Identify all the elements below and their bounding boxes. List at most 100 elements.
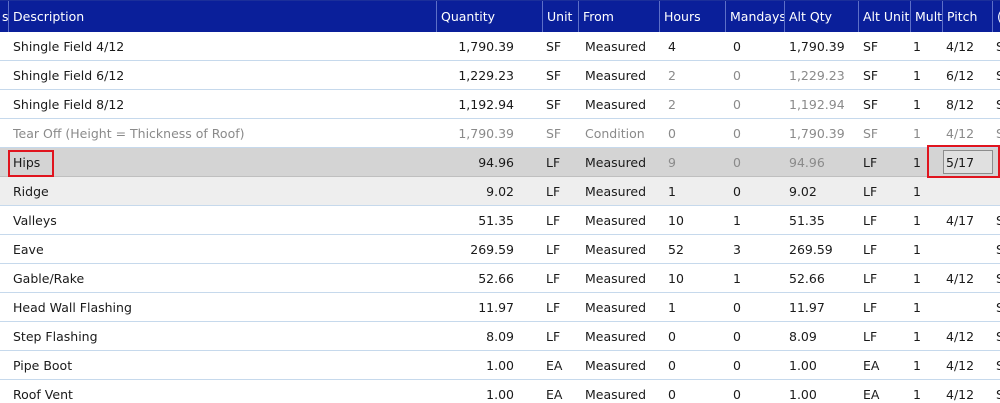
cell-extra[interactable]: S	[996, 235, 1000, 263]
cell-unit[interactable]: SF	[546, 119, 576, 147]
cell-mult[interactable]: 1	[913, 351, 933, 379]
column-header-status[interactable]: s	[0, 1, 8, 33]
cell-mandays[interactable]: 0	[733, 177, 773, 205]
cell-hours[interactable]: 1	[668, 177, 718, 205]
cell-alt-unit[interactable]: SF	[863, 119, 903, 147]
cell-hours[interactable]: 0	[668, 322, 718, 350]
cell-alt-qty[interactable]: 11.97	[789, 293, 855, 321]
table-row[interactable]: Shingle Field 6/12 1,229.23 SF Measured 2 0 1,…	[0, 61, 1000, 90]
cell-from[interactable]: Condition	[585, 119, 657, 147]
cell-extra[interactable]: S	[996, 90, 1000, 118]
table-row[interactable]: Shingle Field 4/12 1,790.39 SF Measured 4 0 1,…	[0, 32, 1000, 61]
cell-quantity[interactable]: 1.00	[436, 351, 514, 379]
cell-unit[interactable]: EA	[546, 351, 576, 379]
table-row[interactable]: Tear Off (Height = Thickness of Roof) 1,7…	[0, 119, 1000, 148]
cell-hours[interactable]: 10	[668, 206, 718, 234]
cell-mult[interactable]: 1	[913, 119, 933, 147]
cell-mult[interactable]: 1	[913, 322, 933, 350]
cell-alt-unit[interactable]: EA	[863, 351, 903, 379]
cell-from[interactable]: Measured	[585, 293, 657, 321]
cell-quantity[interactable]: 94.96	[436, 148, 514, 176]
cell-extra[interactable]: S	[996, 61, 1000, 89]
cell-mult[interactable]: 1	[913, 177, 933, 205]
cell-mult[interactable]: 1	[913, 235, 933, 263]
cell-from[interactable]: Measured	[585, 61, 657, 89]
cell-alt-unit[interactable]: LF	[863, 148, 903, 176]
cell-alt-qty[interactable]: 1,790.39	[789, 32, 855, 60]
cell-description[interactable]: Shingle Field 8/12	[13, 90, 433, 118]
cell-hours[interactable]: 9	[668, 148, 718, 176]
cell-extra[interactable]: S	[996, 206, 1000, 234]
cell-mandays[interactable]: 0	[733, 293, 773, 321]
cell-from[interactable]: Measured	[585, 380, 657, 403]
column-header-from[interactable]: From	[578, 1, 659, 33]
column-header-more[interactable]: (	[992, 1, 1000, 33]
cell-pitch[interactable]: 8/12	[946, 90, 990, 118]
column-header-unit[interactable]: Unit	[542, 1, 578, 33]
cell-mult[interactable]: 1	[913, 264, 933, 292]
cell-unit[interactable]: LF	[546, 293, 576, 321]
cell-quantity[interactable]: 1.00	[436, 380, 514, 403]
cell-quantity[interactable]: 11.97	[436, 293, 514, 321]
cell-mandays[interactable]: 3	[733, 235, 773, 263]
cell-mult[interactable]: 1	[913, 380, 933, 403]
cell-alt-unit[interactable]: LF	[863, 235, 903, 263]
cell-mult[interactable]: 1	[913, 32, 933, 60]
cell-pitch[interactable]: 4/12	[946, 380, 990, 403]
cell-alt-qty[interactable]: 52.66	[789, 264, 855, 292]
cell-extra[interactable]: S	[996, 322, 1000, 350]
cell-description[interactable]: Valleys	[13, 206, 433, 234]
cell-from[interactable]: Measured	[585, 264, 657, 292]
cell-unit[interactable]: LF	[546, 264, 576, 292]
cell-extra[interactable]	[996, 177, 1000, 205]
cell-quantity[interactable]: 51.35	[436, 206, 514, 234]
cell-pitch[interactable]	[946, 235, 990, 263]
cell-mandays[interactable]: 0	[733, 380, 773, 403]
cell-description[interactable]: Hips	[13, 148, 433, 176]
cell-mandays[interactable]: 0	[733, 148, 773, 176]
cell-mandays[interactable]: 1	[733, 206, 773, 234]
cell-from[interactable]: Measured	[585, 322, 657, 350]
table-row[interactable]: Step Flashing 8.09 LF Measured 0 0 8.09 LF 1 4/12…	[0, 322, 1000, 351]
cell-from[interactable]: Measured	[585, 177, 657, 205]
cell-mandays[interactable]: 1	[733, 264, 773, 292]
cell-quantity[interactable]: 9.02	[436, 177, 514, 205]
cell-description[interactable]: Step Flashing	[13, 322, 433, 350]
column-header-quantity[interactable]: Quantity	[436, 1, 542, 33]
column-header-hours[interactable]: Hours	[659, 1, 725, 33]
cell-alt-qty[interactable]: 1,192.94	[789, 90, 855, 118]
cell-mandays[interactable]: 0	[733, 322, 773, 350]
cell-unit[interactable]: LF	[546, 177, 576, 205]
cell-from[interactable]: Measured	[585, 148, 657, 176]
cell-unit[interactable]: SF	[546, 90, 576, 118]
table-row[interactable]: Hips 94.96 LF Measured 9 0 94.96 LF 1 5/17	[0, 148, 1000, 177]
cell-hours[interactable]: 2	[668, 61, 718, 89]
cell-unit[interactable]: LF	[546, 148, 576, 176]
cell-unit[interactable]: LF	[546, 235, 576, 263]
cell-unit[interactable]: LF	[546, 206, 576, 234]
cell-mandays[interactable]: 0	[733, 119, 773, 147]
cell-quantity[interactable]: 1,192.94	[436, 90, 514, 118]
cell-mult[interactable]: 1	[913, 293, 933, 321]
cell-pitch[interactable]	[946, 177, 990, 205]
cell-hours[interactable]: 10	[668, 264, 718, 292]
cell-description[interactable]: Tear Off (Height = Thickness of Roof)	[13, 119, 433, 147]
cell-from[interactable]: Measured	[585, 90, 657, 118]
cell-pitch[interactable]: 4/17	[946, 206, 990, 234]
cell-extra[interactable]: S	[996, 264, 1000, 292]
cell-alt-qty[interactable]: 1.00	[789, 351, 855, 379]
table-row[interactable]: Shingle Field 8/12 1,192.94 SF Measured 2 0 1,…	[0, 90, 1000, 119]
cell-description[interactable]: Roof Vent	[13, 380, 433, 403]
cell-alt-unit[interactable]: SF	[863, 90, 903, 118]
cell-alt-qty[interactable]: 8.09	[789, 322, 855, 350]
cell-alt-qty[interactable]: 9.02	[789, 177, 855, 205]
cell-description[interactable]: Pipe Boot	[13, 351, 433, 379]
cell-unit[interactable]: EA	[546, 380, 576, 403]
cell-alt-qty[interactable]: 1,229.23	[789, 61, 855, 89]
cell-quantity[interactable]: 1,790.39	[436, 32, 514, 60]
cell-alt-unit[interactable]: LF	[863, 293, 903, 321]
cell-mandays[interactable]: 0	[733, 90, 773, 118]
cell-alt-unit[interactable]: LF	[863, 322, 903, 350]
cell-alt-qty[interactable]: 269.59	[789, 235, 855, 263]
table-row[interactable]: Gable/Rake 52.66 LF Measured 10 1 52.66 LF 1 4/12…	[0, 264, 1000, 293]
